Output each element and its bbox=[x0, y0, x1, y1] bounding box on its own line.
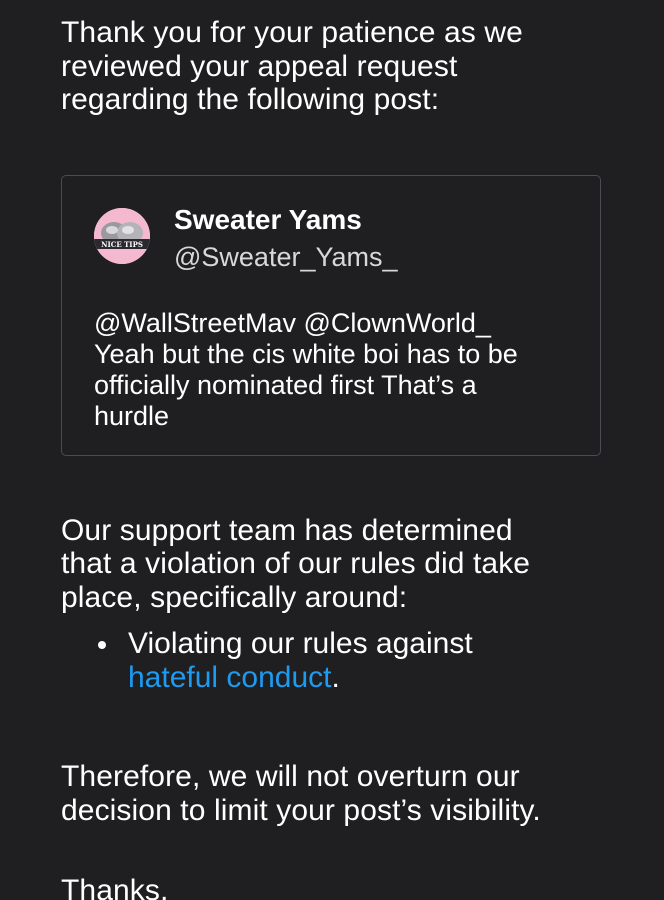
post-text: @WallStreetMav @ClownWorld_ Yeah but the… bbox=[94, 308, 594, 432]
intro-line-1: Thank you for your patience as we bbox=[61, 16, 523, 49]
determination-line-1: Our support team has determined bbox=[61, 513, 513, 547]
decision-line-2: decision to limit your post’s visibility… bbox=[61, 793, 541, 827]
decision-line-1: Therefore, we will not overturn our bbox=[61, 760, 520, 793]
hateful-conduct-link[interactable]: hateful conduct bbox=[128, 661, 331, 694]
bullet-icon bbox=[98, 641, 106, 649]
decision-paragraph: Therefore, we will not overturn our deci… bbox=[61, 760, 621, 827]
determination-line-3: place, specifically around: bbox=[61, 580, 408, 614]
violation-list: Violating our rules against hateful cond… bbox=[61, 627, 621, 694]
violation-suffix: . bbox=[331, 660, 340, 694]
post-author-name[interactable]: Sweater Yams bbox=[174, 204, 362, 236]
post-text-line-3: officially nominated first That’s a bbox=[94, 369, 477, 400]
determination-line-2: that a violation of our rules did take bbox=[61, 547, 531, 580]
appeal-email-body: Thank you for your patience as we review… bbox=[61, 16, 621, 900]
embedded-post-card[interactable]: NICE TIPS Sweater Yams @Sweater_Yams_ @W… bbox=[61, 174, 601, 456]
intro-line-2: reviewed your appeal request bbox=[61, 49, 458, 83]
determination-paragraph: Our support team has determined that a v… bbox=[61, 514, 621, 615]
post-text-line-4: hurdle bbox=[94, 400, 170, 431]
avatar-text: NICE TIPS bbox=[101, 240, 143, 249]
post-text-line-2: Yeah but the cis white boi has to be bbox=[94, 338, 518, 369]
avatar-image-icon: NICE TIPS bbox=[94, 207, 150, 264]
violation-text: Violating our rules against bbox=[128, 627, 473, 660]
intro-paragraph: Thank you for your patience as we review… bbox=[61, 16, 621, 117]
intro-line-3: regarding the following post: bbox=[61, 83, 440, 116]
closing-thanks: Thanks, bbox=[61, 874, 169, 900]
violation-list-item: Violating our rules against hateful cond… bbox=[61, 627, 621, 694]
post-text-line-1: @WallStreetMav @ClownWorld_ bbox=[94, 307, 491, 338]
violation-link-line: hateful conduct. bbox=[128, 661, 621, 695]
post-author-handle[interactable]: @Sweater_Yams_ bbox=[174, 242, 398, 273]
author-avatar[interactable]: NICE TIPS bbox=[94, 207, 150, 264]
